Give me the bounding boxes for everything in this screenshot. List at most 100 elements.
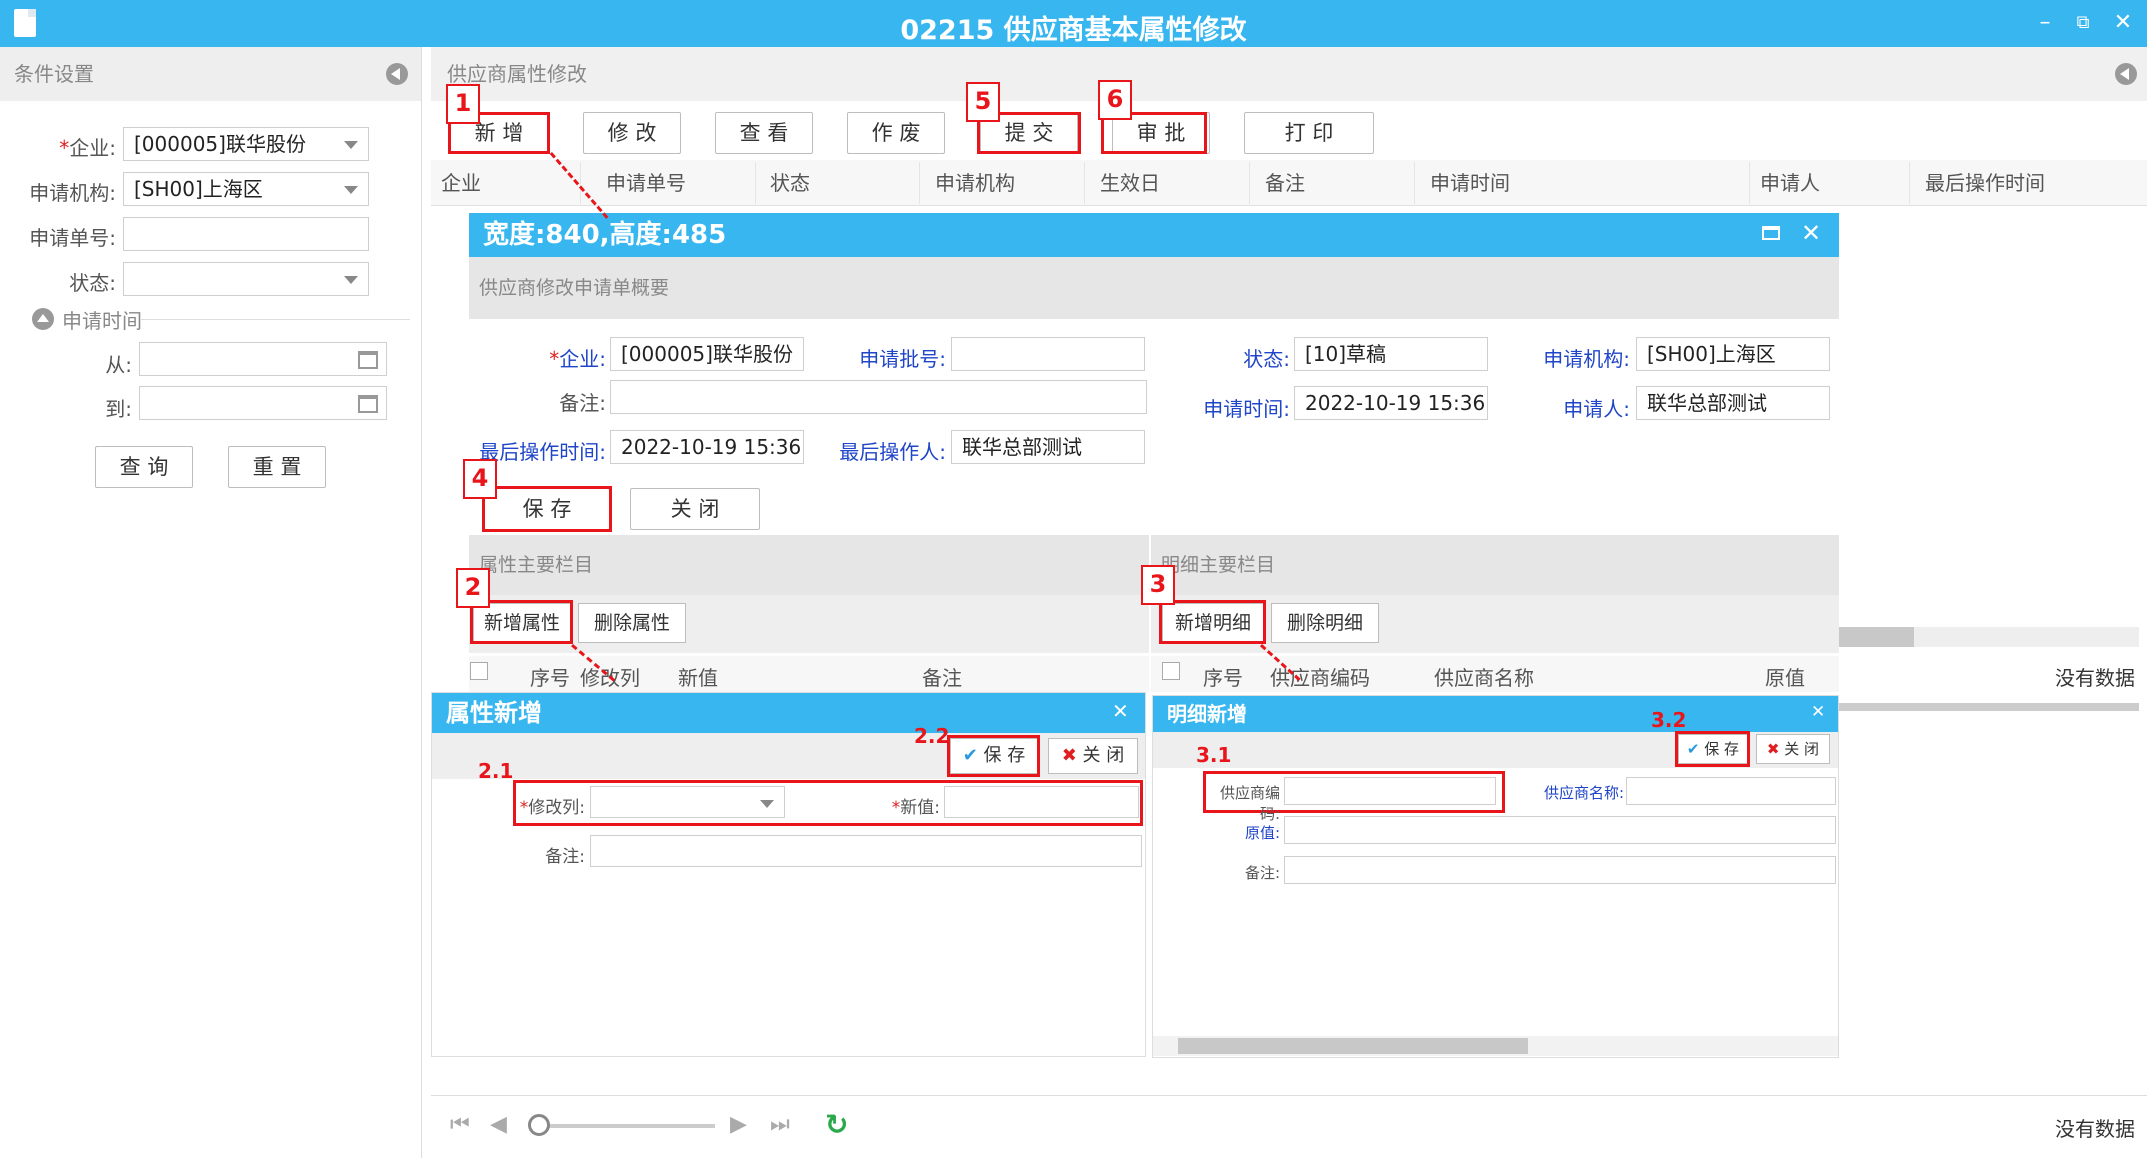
dlg-last-time-input[interactable]: 2022-10-19 15:36:3	[610, 430, 804, 464]
restore-button[interactable]: ⧉	[2068, 12, 2098, 33]
dlg-enterprise-input[interactable]: [000005]联华股份	[610, 337, 804, 371]
attr-col-remark: 备注	[922, 666, 962, 690]
page-slider-handle[interactable]	[528, 1114, 550, 1136]
collapse-left-icon[interactable]	[386, 63, 408, 85]
attr-dialog-title: 属性新增	[432, 693, 1145, 733]
marker-3: 3	[1141, 565, 1175, 605]
col-apply-time[interactable]: 申请时间	[1420, 162, 1750, 204]
pager-no-data: 没有数据	[2055, 1117, 2135, 1141]
query-button[interactable]: 查 询	[95, 446, 193, 488]
detail-dialog-close-icon[interactable]: ✕	[1811, 702, 1825, 722]
condition-header: 条件设置	[0, 47, 421, 101]
toolbar-view-button[interactable]: 查 看	[715, 112, 813, 154]
dlg-enterprise-label: 企业:	[559, 347, 606, 371]
col-apply-no[interactable]: 申请单号	[596, 162, 756, 204]
detail-code-label: 供应商编码:	[1219, 784, 1280, 823]
dlg-batch-label: 申请批号:	[859, 347, 946, 371]
from-date-input[interactable]	[139, 342, 387, 376]
toolbar-print-button[interactable]: 打 印	[1244, 112, 1374, 154]
calendar-icon[interactable]	[358, 351, 378, 369]
chevron-down-icon	[344, 141, 358, 149]
detail-remark-label: 备注:	[1244, 864, 1280, 882]
col-org[interactable]: 申请机构	[925, 162, 1085, 204]
attr-select-all-checkbox[interactable]	[470, 662, 488, 680]
last-page-icon[interactable]: ⏭	[770, 1112, 790, 1137]
detail-orig-input[interactable]	[1284, 816, 1836, 844]
attr-newval-input[interactable]	[944, 786, 1139, 818]
dlg-applicant-label: 申请人:	[1563, 397, 1630, 421]
refresh-icon[interactable]: ↻	[825, 1108, 848, 1141]
prev-page-icon[interactable]: ◀	[490, 1112, 507, 1137]
enterprise-label: 企业:	[69, 136, 116, 160]
dlg-time-input[interactable]: 2022-10-19 15:36:3	[1294, 386, 1488, 420]
first-page-icon[interactable]: ⏮	[450, 1112, 470, 1137]
main-hscrollbar[interactable]	[1839, 627, 2139, 647]
col-status[interactable]: 状态	[760, 162, 920, 204]
toolbar-edit-button[interactable]: 修 改	[583, 112, 681, 154]
marker-3-1: 3.1	[1196, 743, 1232, 767]
apply-no-label: 申请单号:	[29, 226, 116, 250]
apply-no-input[interactable]	[123, 217, 369, 251]
marker-3-2: 3.2	[1651, 708, 1687, 732]
marker-4: 4	[463, 459, 497, 499]
attr-close-button[interactable]: ✖ 关 闭	[1048, 738, 1138, 774]
marker-2-1: 2.1	[478, 759, 514, 783]
marker-6: 6	[1098, 80, 1132, 120]
attr-delete-button[interactable]: 删除属性	[578, 603, 686, 643]
detail-remark-input[interactable]	[1284, 856, 1836, 884]
dlg-close-button[interactable]: 关 闭	[630, 488, 760, 530]
window-title: 02215 供应商基本属性修改	[900, 15, 1247, 46]
dlg-batch-input[interactable]	[951, 337, 1145, 371]
dlg-status-label: 状态:	[1243, 347, 1290, 371]
attr-newval-label: 新值:	[900, 798, 940, 818]
attr-col-newval: 新值	[678, 666, 718, 690]
attr-remark-input[interactable]	[590, 835, 1142, 867]
dlg-org-input[interactable]: [SH00]上海区	[1636, 337, 1830, 371]
time-group-label: 申请时间	[62, 309, 142, 333]
dlg-org-label: 申请机构:	[1543, 347, 1630, 371]
detail-hscrollbar[interactable]	[1153, 1036, 1838, 1056]
x-icon: ✖	[1061, 745, 1077, 766]
dialog-close-icon[interactable]: ✕	[1801, 219, 1821, 247]
marker-2-2: 2.2	[914, 724, 950, 748]
collapse-main-icon[interactable]	[2115, 63, 2137, 85]
enterprise-select[interactable]: [000005]联华股份	[123, 127, 369, 161]
title-bar: 02215 供应商基本属性修改 – ⧉ ✕	[0, 0, 2147, 47]
time-group-collapse-icon[interactable]	[32, 308, 54, 330]
toolbar-void-button[interactable]: 作 废	[847, 112, 945, 154]
dlg-last-user-label: 最后操作人:	[839, 440, 946, 464]
close-button[interactable]: ✕	[2108, 10, 2138, 35]
dlg-status-input[interactable]: [10]草稿	[1294, 337, 1488, 371]
col-enterprise[interactable]: 企业	[431, 162, 581, 204]
col-effective-date[interactable]: 生效日	[1090, 162, 1250, 204]
next-page-icon[interactable]: ▶	[730, 1112, 747, 1137]
chevron-down-icon	[344, 276, 358, 284]
to-date-input[interactable]	[139, 386, 387, 420]
maximize-icon[interactable]	[1762, 226, 1780, 240]
status-select[interactable]	[123, 262, 369, 296]
col-applicant[interactable]: 申请人	[1750, 162, 1910, 204]
attr-column-select[interactable]	[590, 786, 785, 818]
detail-name-input[interactable]	[1626, 777, 1836, 805]
detail-close-button[interactable]: ✖ 关 闭	[1756, 734, 1830, 764]
page-slider[interactable]	[530, 1124, 715, 1128]
detail-code-input[interactable]	[1284, 777, 1496, 805]
attr-dialog-close-icon[interactable]: ✕	[1112, 699, 1129, 723]
col-remark[interactable]: 备注	[1255, 162, 1415, 204]
detail-col-seq: 序号	[1203, 666, 1243, 690]
attr-grid-header	[469, 656, 1149, 692]
detail-col-name: 供应商名称	[1434, 666, 1534, 690]
dlg-applicant-input[interactable]: 联华总部测试	[1636, 386, 1830, 420]
calendar-icon[interactable]	[358, 395, 378, 413]
detail-delete-button[interactable]: 删除明细	[1271, 603, 1379, 643]
dlg-remark-input[interactable]	[610, 380, 1147, 414]
detail-header: 明细主要栏目	[1151, 535, 1839, 595]
dlg-last-user-input[interactable]: 联华总部测试	[951, 430, 1145, 464]
col-last-op-time[interactable]: 最后操作时间	[1915, 162, 2145, 204]
org-select[interactable]: [SH00]上海区	[123, 172, 369, 206]
attr-col-seq: 序号	[530, 666, 570, 690]
reset-button[interactable]: 重 置	[228, 446, 326, 488]
detail-select-all-checkbox[interactable]	[1162, 662, 1180, 680]
attr-header: 属性主要栏目	[469, 535, 1149, 595]
minimize-button[interactable]: –	[2030, 10, 2060, 35]
